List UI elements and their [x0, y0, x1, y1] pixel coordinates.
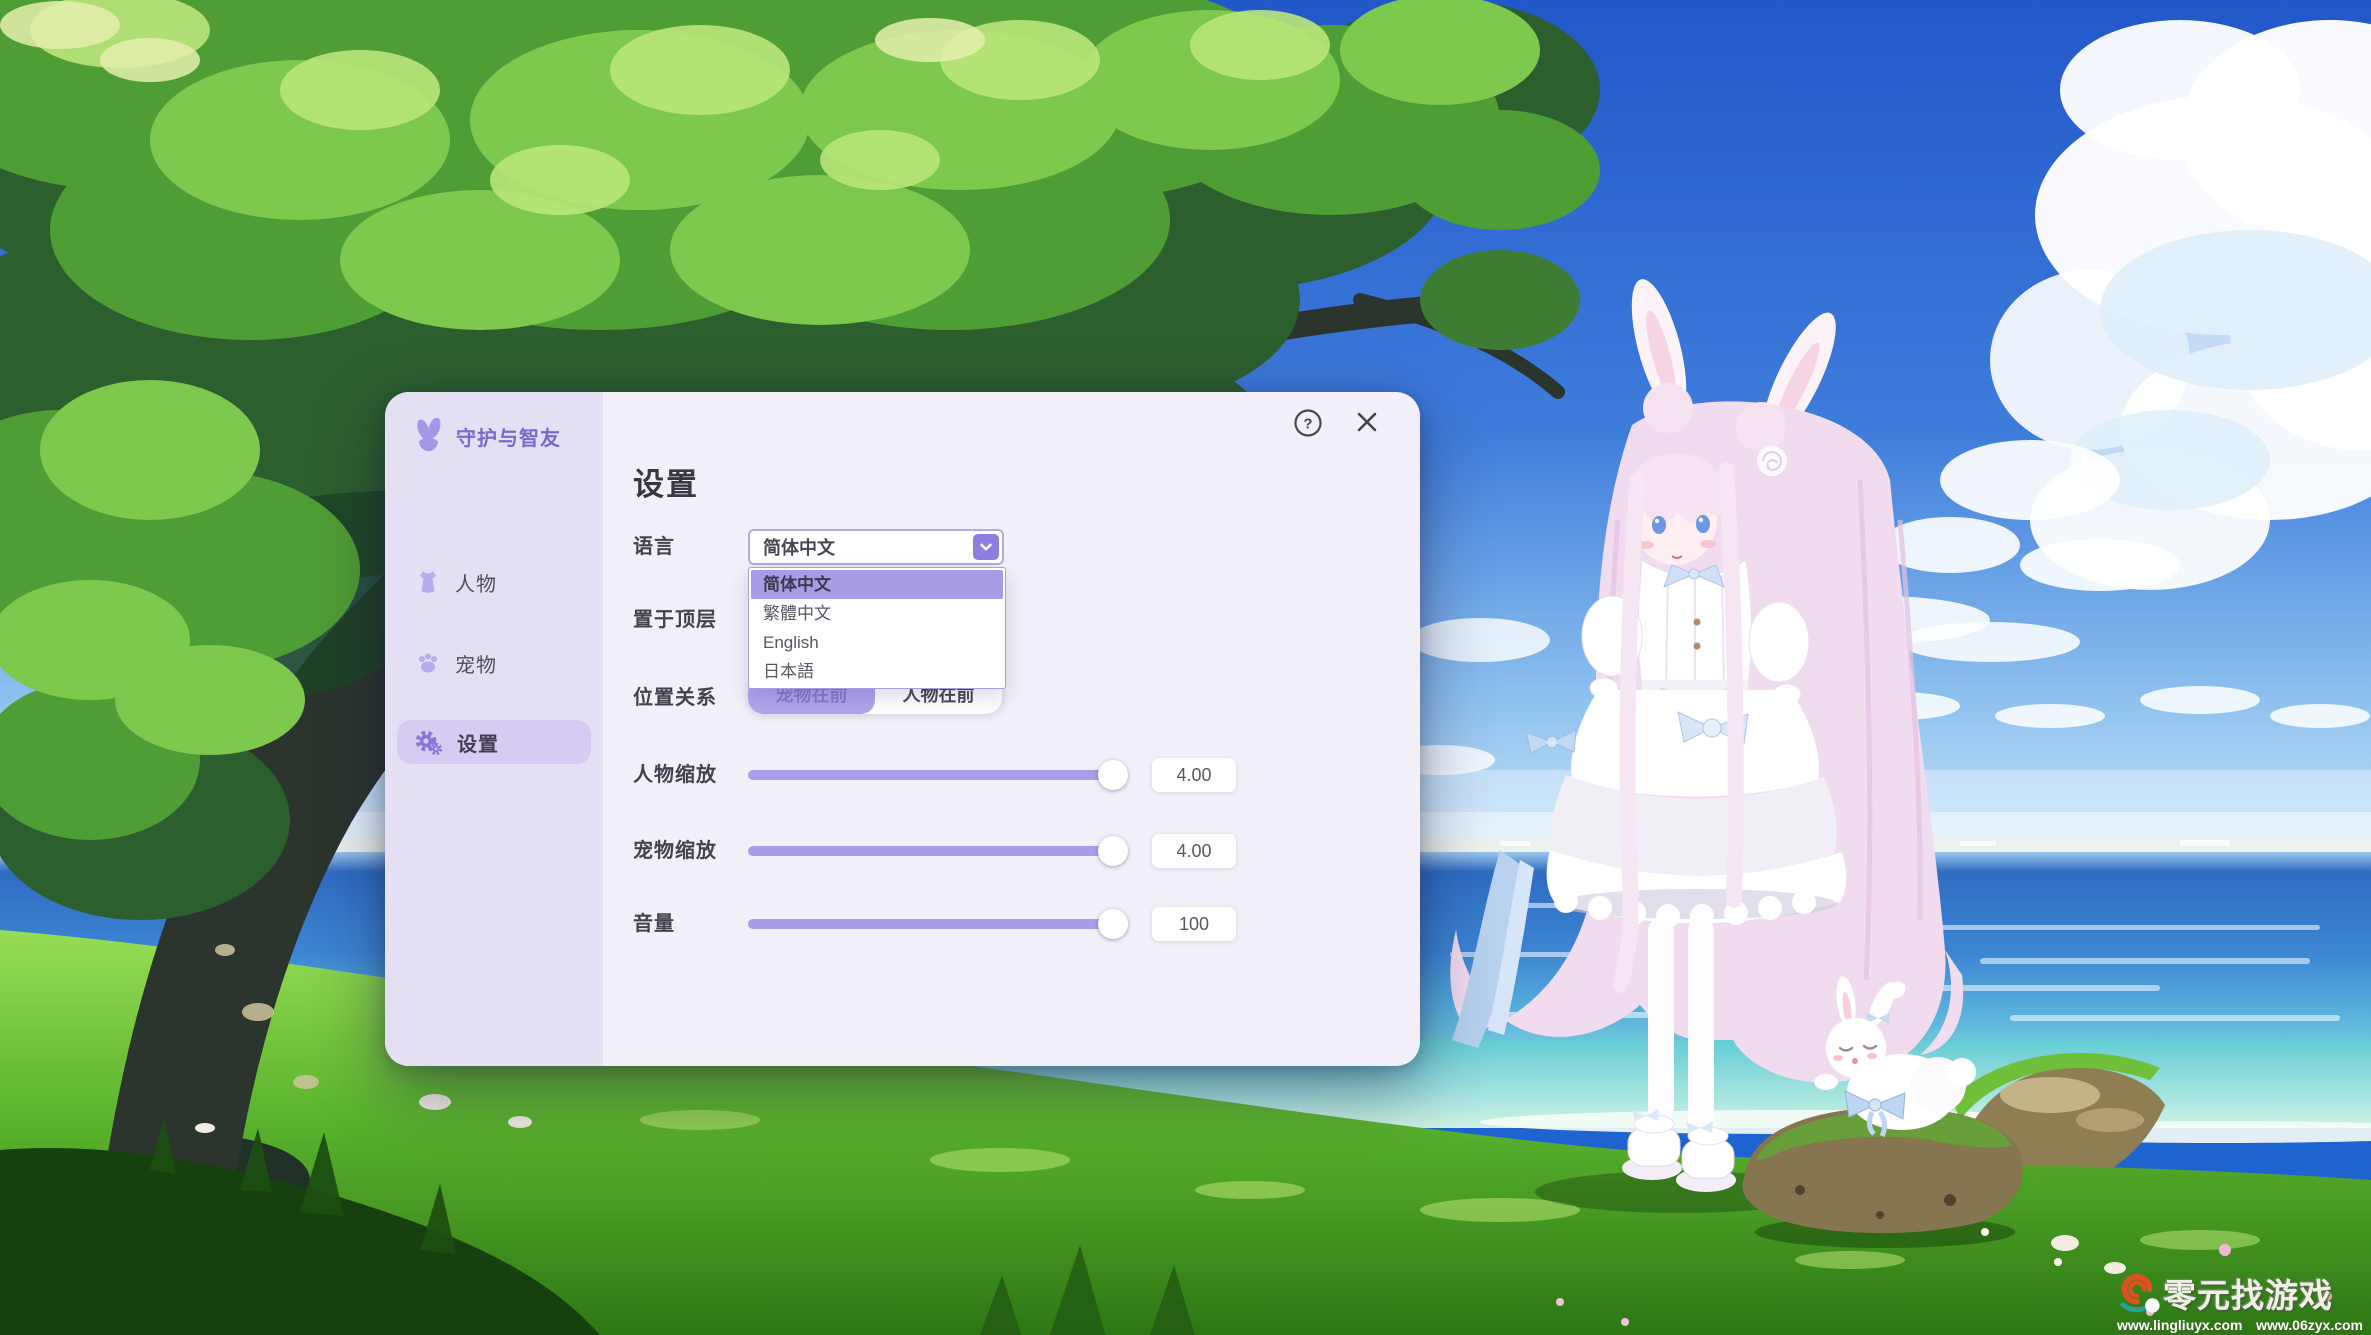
page-title: 设置: [633, 459, 699, 504]
sidebar-item-settings[interactable]: 设置: [397, 720, 591, 764]
volume-slider-thumb[interactable]: [1098, 909, 1128, 939]
dropdown-option-traditional-chinese[interactable]: 繁體中文: [751, 599, 1003, 628]
dropdown-option-japanese[interactable]: 日本語: [751, 657, 1003, 686]
character-scale-slider-thumb[interactable]: [1098, 760, 1128, 790]
sidebar-item-pet[interactable]: 宠物: [397, 641, 591, 685]
close-button[interactable]: [1350, 405, 1384, 439]
sidebar-item-character[interactable]: 人物: [397, 560, 591, 604]
always-on-top-label: 置于顶层: [633, 606, 717, 634]
watermark-url-right: www.06zyx.com: [2256, 1317, 2363, 1333]
language-select[interactable]: 简体中文: [748, 529, 1004, 565]
pet-scale-value[interactable]: 4.00: [1152, 834, 1236, 868]
volume-value[interactable]: 100: [1152, 907, 1236, 941]
watermark-url-left: www.lingliuyx.com: [2117, 1317, 2243, 1333]
dropdown-option-english[interactable]: English: [751, 628, 1003, 657]
close-icon: [1359, 414, 1375, 430]
volume-label: 音量: [633, 910, 675, 938]
settings-panel: ? 设置 语言 简体中文 简体中文 繁體中文 English 日本語 置于顶层 …: [603, 392, 1420, 1066]
sidebar-item-label: 人物: [455, 568, 497, 597]
app-title: 守护与智友: [456, 422, 561, 451]
help-glyph: ?: [1303, 416, 1312, 433]
watermark-logo-icon: [2115, 1270, 2161, 1316]
volume-slider[interactable]: [748, 919, 1115, 929]
character-scale-label: 人物缩放: [633, 761, 717, 789]
paw-icon: [415, 650, 441, 676]
sidebar: 守护与智友 人物 宠物 设置: [385, 392, 603, 1066]
pet-scale-slider[interactable]: [748, 846, 1115, 856]
sidebar-item-label: 设置: [457, 728, 499, 757]
language-label: 语言: [633, 533, 675, 561]
character-scale-value[interactable]: 4.00: [1152, 758, 1236, 792]
gear-icon: [415, 728, 443, 756]
dropdown-option-simplified-chinese[interactable]: 简体中文: [751, 570, 1003, 599]
position-label: 位置关系: [633, 684, 717, 712]
bunny-logo-icon: [411, 418, 447, 454]
watermark: 零元找游戏 www.lingliuyx.com www.06zyx.com: [2115, 1269, 2365, 1333]
app-brand: 守护与智友: [411, 418, 561, 454]
language-dropdown: 简体中文 繁體中文 English 日本語: [748, 567, 1006, 689]
language-select-value: 简体中文: [750, 534, 973, 560]
character-scale-slider[interactable]: [748, 770, 1115, 780]
dress-icon: [415, 569, 441, 595]
sidebar-item-label: 宠物: [455, 649, 497, 678]
watermark-site-name: 零元找游戏: [2163, 1269, 2333, 1317]
settings-window: 守护与智友 人物 宠物 设置: [385, 392, 1420, 1066]
pet-scale-label: 宠物缩放: [633, 837, 717, 865]
pet-scale-slider-thumb[interactable]: [1098, 836, 1128, 866]
chevron-down-icon[interactable]: [973, 534, 999, 560]
help-button[interactable]: ?: [1292, 407, 1324, 439]
